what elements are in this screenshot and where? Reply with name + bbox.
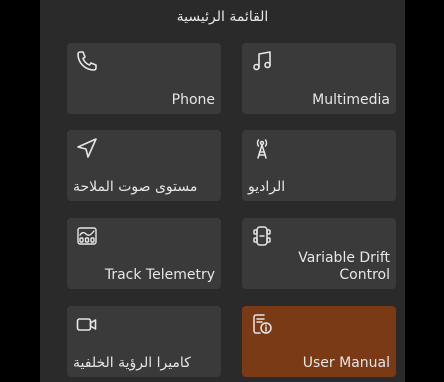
radio-tower-icon [250, 136, 274, 160]
music-note-icon [250, 49, 274, 73]
multimedia-label: Multimedia [312, 92, 390, 108]
page-title: القائمة الرئيسية [176, 9, 269, 25]
radio-tile[interactable]: الراديو [242, 130, 396, 201]
variable-drift-control-label: Variable Drift Control [298, 250, 390, 283]
camera-icon [75, 312, 99, 336]
telemetry-icon [75, 224, 99, 248]
multimedia-tile[interactable]: Multimedia [242, 43, 396, 114]
main-menu-screen: القائمة الرئيسية Phone Multimedia مستوى … [0, 0, 444, 382]
phone-label: Phone [171, 92, 215, 108]
radio-label: الراديو [248, 179, 286, 195]
rear-view-camera-label: كاميرا الرؤية الخلفية [73, 355, 191, 371]
navigation-volume-label: مستوى صوت الملاحة [73, 179, 198, 195]
track-telemetry-tile[interactable]: Track Telemetry [67, 218, 221, 289]
navigation-arrow-icon [75, 136, 99, 160]
phone-icon [75, 49, 99, 73]
navigation-volume-tile[interactable]: مستوى صوت الملاحة [67, 130, 221, 201]
manual-info-icon [250, 312, 274, 336]
user-manual-label: User Manual [302, 355, 390, 371]
track-telemetry-label: Track Telemetry [104, 267, 215, 283]
user-manual-tile[interactable]: User Manual [242, 306, 396, 377]
drift-control-icon [250, 224, 274, 248]
phone-tile[interactable]: Phone [67, 43, 221, 114]
variable-drift-control-tile[interactable]: Variable Drift Control [242, 218, 396, 289]
rear-view-camera-tile[interactable]: كاميرا الرؤية الخلفية [67, 306, 221, 377]
